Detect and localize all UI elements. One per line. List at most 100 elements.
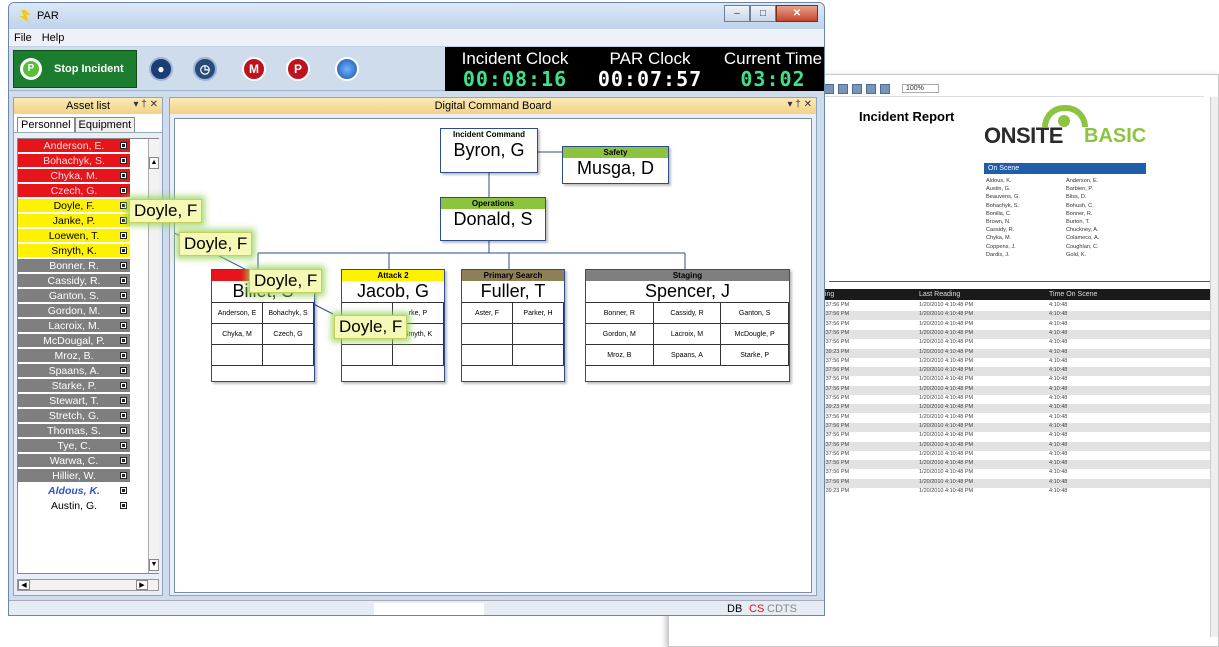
member-cell[interactable]: Mroz, B (586, 345, 654, 366)
personnel-row[interactable]: Stretch, G. (18, 409, 130, 423)
member-cell[interactable] (462, 345, 513, 366)
personnel-row[interactable]: Smyth, K. (18, 244, 130, 258)
personnel-row[interactable]: Gordon, M. (18, 304, 130, 318)
scroll-up-icon[interactable]: ▲ (149, 157, 159, 169)
member-cell[interactable] (462, 324, 513, 345)
checkbox-icon[interactable] (120, 172, 127, 179)
stop-incident-button[interactable]: Stop Incident (13, 50, 137, 88)
checkbox-icon[interactable] (120, 397, 127, 404)
checkbox-icon[interactable] (120, 292, 127, 299)
personnel-row[interactable]: Janke, P. (18, 214, 130, 228)
personnel-row[interactable]: Cassidy, R. (18, 274, 130, 288)
member-cell[interactable]: Ganton, S (721, 303, 789, 324)
member-cell[interactable] (212, 345, 263, 366)
checkbox-icon[interactable] (120, 412, 127, 419)
personnel-row[interactable]: Bohachyk, S. (18, 154, 130, 168)
group-icon[interactable]: ● (149, 57, 173, 81)
checkbox-icon[interactable] (120, 382, 127, 389)
tab-personnel[interactable]: Personnel (17, 117, 75, 132)
personnel-row[interactable]: Mroz, B. (18, 349, 130, 363)
page-setup-icon[interactable] (838, 83, 848, 94)
zoom-select[interactable]: 100% (902, 84, 939, 93)
checkbox-icon[interactable] (120, 157, 127, 164)
personnel-row[interactable]: Lacroix, M. (18, 319, 130, 333)
personnel-row[interactable]: Aldous, K. (18, 484, 130, 498)
close-button[interactable]: ✕ (776, 5, 818, 22)
checkbox-icon[interactable] (120, 262, 127, 269)
checkbox-icon[interactable] (120, 187, 127, 194)
print-icon[interactable] (824, 83, 834, 94)
status-cdts[interactable]: CDTS (767, 603, 797, 615)
panel-controls[interactable]: ▾ † ✕ (787, 99, 812, 110)
personnel-row[interactable]: McDougal, P. (18, 334, 130, 348)
personnel-row[interactable]: Czech, G. (18, 184, 130, 198)
status-cs[interactable]: CS (749, 603, 764, 615)
checkbox-icon[interactable] (120, 217, 127, 224)
menu-help[interactable]: Help (37, 32, 70, 44)
checkbox-icon[interactable] (120, 322, 127, 329)
member-cell[interactable] (342, 345, 393, 366)
member-cell[interactable]: Starke, P (721, 345, 789, 366)
checkbox-icon[interactable] (120, 337, 127, 344)
scroll-left-icon[interactable]: ◀ (18, 580, 30, 590)
checkbox-icon[interactable] (120, 202, 127, 209)
export-icon[interactable] (866, 83, 876, 94)
member-cell[interactable]: Czech, G (263, 324, 314, 345)
personnel-row[interactable]: Hillier, W. (18, 469, 130, 483)
personnel-row[interactable]: Chyka, M. (18, 169, 130, 183)
personnel-row[interactable]: Anderson, E. (18, 139, 130, 153)
member-cell[interactable]: Lacroix, M (653, 324, 722, 345)
personnel-row[interactable]: Spaans, A. (18, 364, 130, 378)
staging-box[interactable]: Staging Spencer, J Bonner, R Cassidy, R Ga… (585, 269, 790, 382)
personnel-row[interactable]: Stewart, T. (18, 394, 130, 408)
tab-equipment[interactable]: Equipment (74, 117, 136, 132)
personnel-row[interactable]: Ganton, S. (18, 289, 130, 303)
checkbox-icon[interactable] (120, 277, 127, 284)
personnel-row[interactable]: Warwa, C. (18, 454, 130, 468)
operations-box[interactable]: Operations Donald, S (440, 197, 546, 241)
member-cell[interactable]: Chyka, M (212, 324, 263, 345)
member-cell[interactable]: Gordon, M (586, 324, 654, 345)
horizontal-scrollbar[interactable]: ◀ ▶ (17, 579, 159, 591)
checkbox-icon[interactable] (120, 307, 127, 314)
personnel-row[interactable]: Loewen, T. (18, 229, 130, 243)
status-db[interactable]: DB (727, 603, 742, 615)
member-cell[interactable] (263, 345, 314, 366)
maximize-button[interactable]: □ (750, 5, 776, 22)
globe-icon[interactable] (335, 57, 359, 81)
checkbox-icon[interactable] (120, 352, 127, 359)
member-cell[interactable] (393, 345, 444, 366)
report-scrollbar[interactable] (1210, 97, 1218, 637)
checkbox-icon[interactable] (120, 502, 127, 509)
member-cell[interactable]: Cassidy, R (653, 303, 722, 324)
p-icon[interactable]: P (286, 57, 310, 81)
personnel-row[interactable]: Tye, C. (18, 439, 130, 453)
member-cell[interactable]: Bonner, R (586, 303, 654, 324)
save-icon[interactable] (880, 83, 890, 94)
personnel-row[interactable]: Austin, G. (18, 499, 130, 513)
member-cell[interactable] (513, 324, 564, 345)
checkbox-icon[interactable] (120, 487, 127, 494)
member-cell[interactable]: Spaans, A (653, 345, 722, 366)
checkbox-icon[interactable] (120, 142, 127, 149)
incident-command-box[interactable]: Incident Command Byron, G (440, 128, 538, 173)
personnel-row[interactable]: Thomas, S. (18, 424, 130, 438)
member-cell[interactable] (513, 345, 564, 366)
member-cell[interactable]: McDougle, P (721, 324, 789, 345)
member-cell[interactable]: Bohachyk, S (263, 303, 314, 324)
checkbox-icon[interactable] (120, 427, 127, 434)
primary-search-box[interactable]: Primary Search Fuller, T Aster, F Parker,… (461, 269, 565, 382)
checkbox-icon[interactable] (120, 367, 127, 374)
personnel-row[interactable]: Doyle, F. (18, 199, 130, 213)
panel-controls[interactable]: ▾ † ✕ (133, 99, 158, 110)
checkbox-icon[interactable] (120, 442, 127, 449)
personnel-row[interactable]: Bonner, R. (18, 259, 130, 273)
checkbox-icon[interactable] (120, 457, 127, 464)
menu-file[interactable]: File (9, 32, 37, 44)
member-cell[interactable]: Parker, H (513, 303, 564, 324)
search-clock-icon[interactable]: ◷ (193, 57, 217, 81)
checkbox-icon[interactable] (120, 472, 127, 479)
safety-box[interactable]: Safety Musga, D (562, 146, 669, 184)
member-cell[interactable]: Aster, F (462, 303, 513, 324)
checkbox-icon[interactable] (120, 247, 127, 254)
